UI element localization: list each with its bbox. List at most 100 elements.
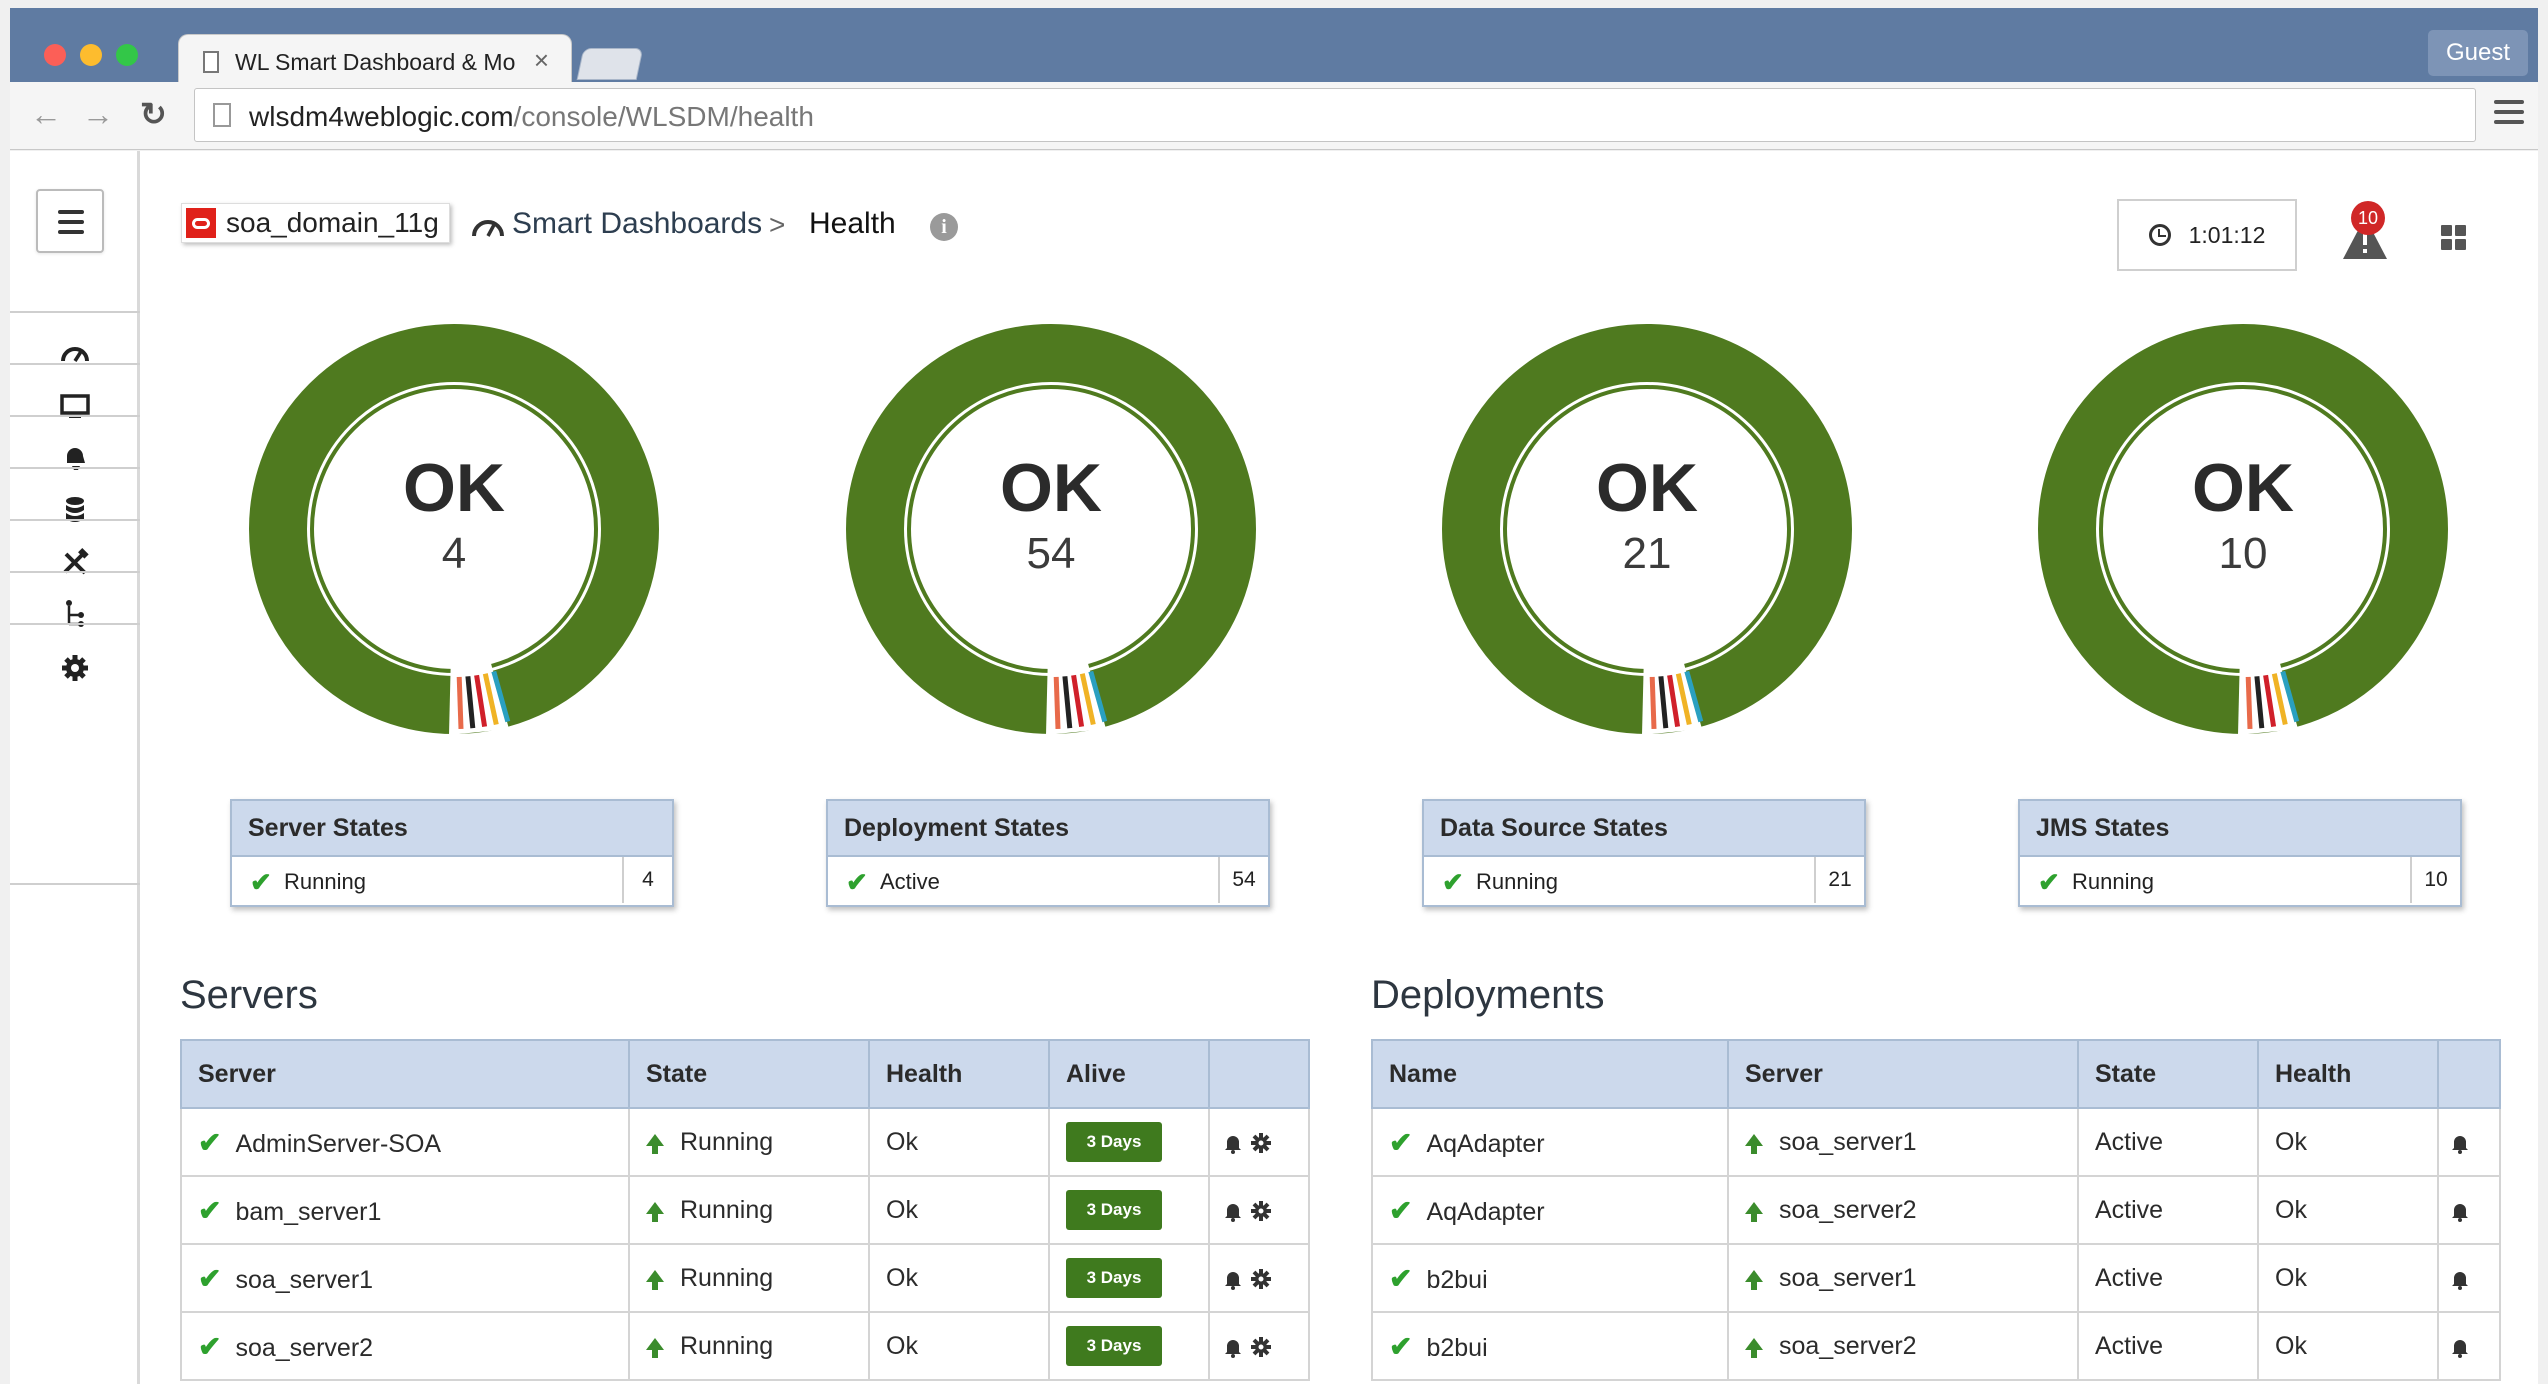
browser-menu-button[interactable]: [2494, 100, 2524, 128]
actions-cell: [2437, 1175, 2501, 1245]
server-state: Running: [680, 1195, 774, 1224]
forward-button[interactable]: →: [82, 96, 114, 132]
deployment-server: soa_server1: [1779, 1263, 1917, 1292]
table-row[interactable]: ✔ b2bui soa_server2 Active Ok: [1371, 1311, 2501, 1381]
column-header-health[interactable]: Health: [2257, 1039, 2439, 1109]
arrow-up-icon: [646, 1201, 664, 1222]
url-text: wlsdm4weblogic.com/console/WLSDM/health: [249, 101, 814, 132]
alive-cell: 3 Days: [1048, 1107, 1210, 1177]
arrow-up-icon: [1745, 1337, 1763, 1358]
page-body: soa_domain_11g Smart Dashboards > Health…: [10, 151, 2538, 1384]
server-health-gauge[interactable]: OK 4: [244, 319, 664, 739]
state-row[interactable]: ✔ Running 4: [232, 857, 672, 905]
state-row[interactable]: ✔ Active 54: [828, 857, 1268, 905]
tab-title: WL Smart Dashboard & Mo: [235, 49, 516, 75]
deployment-name: b2bui: [1426, 1333, 1488, 1362]
bell-icon[interactable]: [1222, 1268, 1244, 1290]
actions-cell: [1208, 1175, 1310, 1245]
check-icon: ✔: [1389, 1262, 1413, 1294]
column-header-state[interactable]: State: [628, 1039, 870, 1109]
gear-icon[interactable]: [1250, 1268, 1272, 1290]
maximize-window-button[interactable]: [116, 44, 138, 66]
state-cell: Running: [628, 1243, 870, 1313]
datasource-health-gauge[interactable]: OK 21: [1437, 319, 1857, 739]
domain-name: soa_domain_11g: [226, 207, 439, 238]
actions-cell: [2437, 1243, 2501, 1313]
name-cell[interactable]: ✔ AqAdapter: [1371, 1175, 1729, 1245]
back-button[interactable]: ←: [30, 96, 62, 132]
server-cell[interactable]: ✔ soa_server2: [180, 1311, 630, 1381]
reload-button[interactable]: ↻: [140, 96, 167, 132]
refresh-timer-button[interactable]: 1:01:12: [2117, 199, 2297, 271]
info-icon[interactable]: i: [930, 213, 958, 241]
arrow-up-icon: [1745, 1269, 1763, 1290]
health-cell: Ok: [868, 1243, 1050, 1313]
state-label: Running: [2072, 869, 2154, 894]
column-header-name[interactable]: Name: [1371, 1039, 1729, 1109]
bell-icon[interactable]: [1222, 1132, 1244, 1154]
bell-icon[interactable]: [2449, 1336, 2471, 1358]
alive-cell: 3 Days: [1048, 1243, 1210, 1313]
health-cell: Ok: [868, 1311, 1050, 1381]
arrow-up-icon: [646, 1269, 664, 1290]
state-cell: Active: [2077, 1107, 2259, 1177]
sidebar-item-settings[interactable]: [10, 623, 140, 883]
new-tab-button[interactable]: [576, 48, 644, 80]
page-title: Health: [809, 207, 896, 240]
gauge-stripe: [456, 676, 464, 729]
tab-close-button[interactable]: ×: [534, 45, 549, 76]
health-cell: Ok: [2257, 1107, 2439, 1177]
server-states-card: Server States ✔ Running 4: [230, 799, 674, 907]
column-header-server[interactable]: Server: [180, 1039, 630, 1109]
card-title: Data Source States: [1424, 801, 1864, 857]
address-bar[interactable]: wlsdm4weblogic.com/console/WLSDM/health: [194, 88, 2476, 142]
browser-toolbar: ← → ↻ wlsdm4weblogic.com/console/WLSDM/h…: [10, 82, 2538, 150]
table-row[interactable]: ✔ soa_server2 Running Ok 3 Days: [180, 1311, 1310, 1381]
column-header-health[interactable]: Health: [868, 1039, 1050, 1109]
close-window-button[interactable]: [44, 44, 66, 66]
column-header-state[interactable]: State: [2077, 1039, 2259, 1109]
gear-icon[interactable]: [1250, 1200, 1272, 1222]
gear-icon[interactable]: [1250, 1132, 1272, 1154]
alive-badge: 3 Days: [1066, 1122, 1162, 1162]
table-row[interactable]: ✔ bam_server1 Running Ok 3 Days: [180, 1175, 1310, 1245]
actions-cell: [2437, 1107, 2501, 1177]
table-row[interactable]: ✔ AdminServer-SOA Running Ok 3 Days: [180, 1107, 1310, 1177]
gear-icon[interactable]: [1250, 1336, 1272, 1358]
minimize-window-button[interactable]: [80, 44, 102, 66]
table-row[interactable]: ✔ AqAdapter soa_server2 Active Ok: [1371, 1175, 2501, 1245]
table-row[interactable]: ✔ AqAdapter soa_server1 Active Ok: [1371, 1107, 2501, 1177]
server-cell[interactable]: ✔ soa_server1: [180, 1243, 630, 1313]
table-row[interactable]: ✔ b2bui soa_server1 Active Ok: [1371, 1243, 2501, 1313]
server-name: AdminServer-SOA: [235, 1129, 442, 1158]
column-header-server[interactable]: Server: [1727, 1039, 2079, 1109]
server-cell[interactable]: ✔ AdminServer-SOA: [180, 1107, 630, 1177]
server-state: Running: [680, 1263, 774, 1292]
state-row[interactable]: ✔ Running 10: [2020, 857, 2460, 905]
bell-icon[interactable]: [2449, 1200, 2471, 1222]
bell-icon[interactable]: [1222, 1200, 1244, 1222]
name-cell[interactable]: ✔ b2bui: [1371, 1311, 1729, 1381]
breadcrumb-smart-dashboards[interactable]: Smart Dashboards: [512, 207, 762, 241]
gauge-stripe: [1053, 676, 1061, 729]
health-cell: Ok: [868, 1107, 1050, 1177]
guest-profile-button[interactable]: Guest: [2428, 30, 2528, 76]
column-header-alive[interactable]: Alive: [1048, 1039, 1210, 1109]
bell-icon[interactable]: [2449, 1268, 2471, 1290]
check-icon: ✔: [198, 1262, 222, 1294]
domain-badge[interactable]: soa_domain_11g: [181, 203, 450, 243]
state-row[interactable]: ✔ Running 21: [1424, 857, 1864, 905]
table-row[interactable]: ✔ soa_server1 Running Ok 3 Days: [180, 1243, 1310, 1313]
bell-icon[interactable]: [2449, 1132, 2471, 1154]
server-name: soa_server2: [235, 1333, 374, 1362]
sidebar-toggle-button[interactable]: [36, 189, 104, 253]
bell-icon[interactable]: [1222, 1336, 1244, 1358]
name-cell[interactable]: ✔ AqAdapter: [1371, 1107, 1729, 1177]
grid-view-icon[interactable]: [2441, 225, 2467, 251]
server-cell[interactable]: ✔ bam_server1: [180, 1175, 630, 1245]
name-cell[interactable]: ✔ b2bui: [1371, 1243, 1729, 1313]
alive-badge: 3 Days: [1066, 1258, 1162, 1298]
deployment-health-gauge[interactable]: OK 54: [841, 319, 1261, 739]
jms-health-gauge[interactable]: OK 10: [2033, 319, 2453, 739]
server-cell: soa_server2: [1727, 1175, 2079, 1245]
